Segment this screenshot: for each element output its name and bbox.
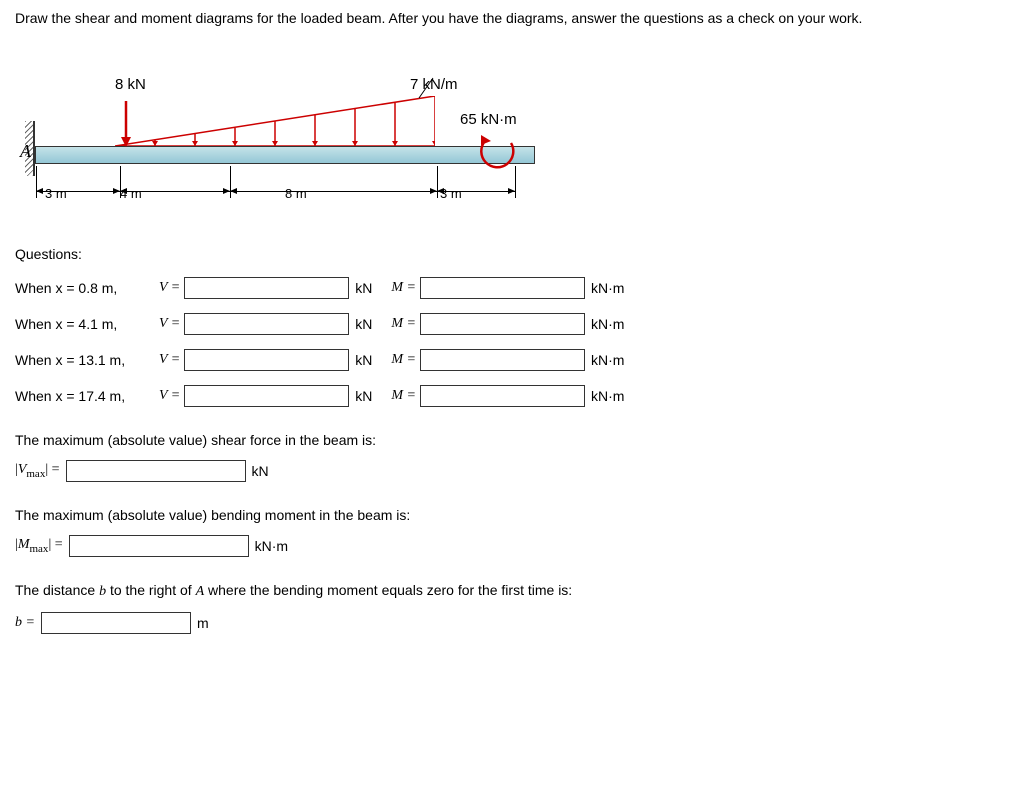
max-shear-row: |Vmax| = kN xyxy=(15,460,1009,482)
point-load-label: 8 kN xyxy=(115,76,146,93)
b-text-pre: The distance xyxy=(15,582,99,598)
q2-v-input[interactable] xyxy=(184,313,349,335)
b-text-var-A: A xyxy=(196,584,205,599)
q1-m-var: M = xyxy=(391,280,416,296)
q2-label: When x = 4.1 m, xyxy=(15,316,155,332)
q2-m-var: M = xyxy=(391,316,416,332)
q2-v-var: V = xyxy=(159,316,180,332)
point-A-label: A xyxy=(20,141,31,162)
dimension-4: 3 m xyxy=(440,186,462,201)
distributed-load-label: 7 kN/m xyxy=(410,76,458,93)
distributed-load-icon xyxy=(115,96,435,146)
b-input[interactable] xyxy=(41,612,191,634)
q3-m-unit: kN·m xyxy=(591,352,624,368)
q3-v-var: V = xyxy=(159,352,180,368)
q4-m-input[interactable] xyxy=(420,385,585,407)
q3-label: When x = 13.1 m, xyxy=(15,352,155,368)
dimension-1: 3 m xyxy=(45,186,67,201)
q3-v-unit: kN xyxy=(355,352,372,368)
question-row-4: When x = 17.4 m, V = kN M = kN·m xyxy=(15,385,1009,407)
dim-arrow xyxy=(230,191,437,192)
b-text-post: where the bending moment equals zero for… xyxy=(204,582,572,598)
b-label: b = xyxy=(15,615,35,631)
question-row-1: When x = 0.8 m, V = kN M = kN·m xyxy=(15,277,1009,299)
beam xyxy=(35,146,535,164)
dimension-2: 4 m xyxy=(120,186,142,201)
questions-header: Questions: xyxy=(15,246,1009,262)
vmax-label: |Vmax| = xyxy=(15,462,60,480)
q3-m-var: M = xyxy=(391,352,416,368)
q3-v-input[interactable] xyxy=(184,349,349,371)
q1-m-unit: kN·m xyxy=(591,280,624,296)
q1-v-var: V = xyxy=(159,280,180,296)
problem-statement: Draw the shear and moment diagrams for t… xyxy=(15,10,1009,26)
q1-v-unit: kN xyxy=(355,280,372,296)
beam-diagram: A 8 kN 7 kN/m 65 kN·m xyxy=(15,46,575,216)
b-text-mid: to the right of xyxy=(106,582,196,598)
q2-m-input[interactable] xyxy=(420,313,585,335)
q1-v-input[interactable] xyxy=(184,277,349,299)
vmax-input[interactable] xyxy=(66,460,246,482)
mmax-label: |Mmax| = xyxy=(15,537,63,555)
q1-label: When x = 0.8 m, xyxy=(15,280,155,296)
applied-moment-label: 65 kN·m xyxy=(460,111,517,128)
q1-m-input[interactable] xyxy=(420,277,585,299)
max-moment-row: |Mmax| = kN·m xyxy=(15,535,1009,557)
q4-v-unit: kN xyxy=(355,388,372,404)
question-row-2: When x = 4.1 m, V = kN M = kN·m xyxy=(15,313,1009,335)
mmax-input[interactable] xyxy=(69,535,249,557)
dimension-3: 8 m xyxy=(285,186,307,201)
q2-v-unit: kN xyxy=(355,316,372,332)
mmax-unit: kN·m xyxy=(255,538,288,554)
distance-b-text: The distance b to the right of A where t… xyxy=(15,582,1009,600)
q4-m-var: M = xyxy=(391,388,416,404)
max-moment-text: The maximum (absolute value) bending mom… xyxy=(15,507,1009,523)
distance-b-row: b = m xyxy=(15,612,1009,634)
b-text-var-b: b xyxy=(99,584,106,599)
vmax-unit: kN xyxy=(252,463,269,479)
question-row-3: When x = 13.1 m, V = kN M = kN·m xyxy=(15,349,1009,371)
max-shear-text: The maximum (absolute value) shear force… xyxy=(15,432,1009,448)
q4-v-var: V = xyxy=(159,388,180,404)
q4-m-unit: kN·m xyxy=(591,388,624,404)
q2-m-unit: kN·m xyxy=(591,316,624,332)
dim-tick xyxy=(515,166,516,198)
q3-m-input[interactable] xyxy=(420,349,585,371)
q4-label: When x = 17.4 m, xyxy=(15,388,155,404)
moment-arc-icon xyxy=(475,131,520,173)
b-unit: m xyxy=(197,615,209,631)
q4-v-input[interactable] xyxy=(184,385,349,407)
